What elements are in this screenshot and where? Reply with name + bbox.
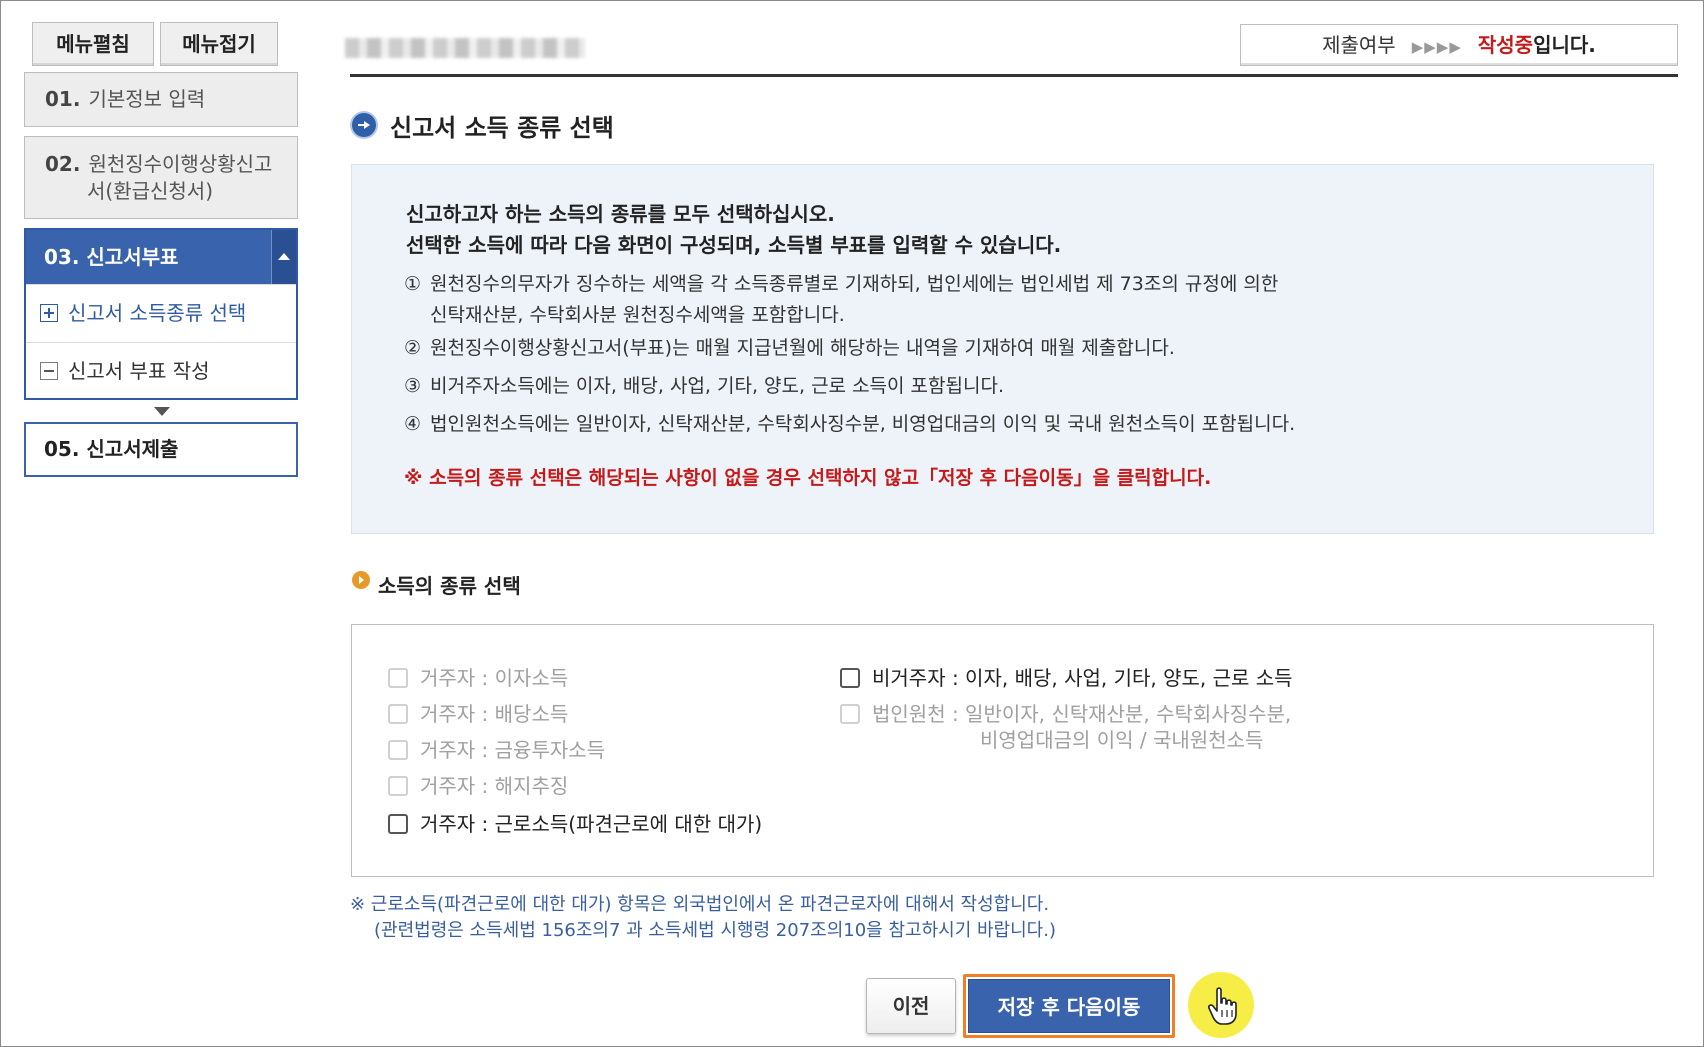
down-triangle-icon [154, 407, 170, 416]
checkbox-square[interactable] [840, 704, 860, 724]
sub-item-label: 신고서 소득종류 선택 [68, 301, 247, 325]
checkbox-label: 거주자 : 배당소득 [420, 702, 569, 726]
item-text-cont: 신탁재산분, 수탁회사분 원천징수세액을 포함합니다. [430, 304, 845, 326]
checkbox-resident-interest[interactable]: 거주자 : 이자소득 [388, 665, 568, 691]
dispatch-labor-note: ※ 근로소득(파견근로에 대한 대가) 항목은 외국법인에서 온 파견근로자에 … [350, 892, 1056, 944]
income-section-title: 소득의 종류 선택 [378, 574, 521, 598]
checkbox-resident-cancellation-recovery[interactable]: 거주자 : 해지추징 [388, 773, 568, 799]
checkbox-label: 거주자 : 해지추징 [420, 774, 569, 798]
header-divider [350, 74, 1678, 77]
item-text: 법인원천소득에는 일반이자, 신탁재산분, 수탁회사징수분, 비영업대금의 이익… [430, 413, 1296, 435]
checkbox-resident-dividend[interactable]: 거주자 : 배당소득 [388, 701, 568, 727]
nav-item-submit[interactable]: 05. 신고서제출 [24, 422, 298, 477]
collapse-chevron-icon[interactable] [271, 230, 296, 284]
page-title: 신고서 소득 종류 선택 [390, 114, 614, 142]
checkbox-resident-financial-investment[interactable]: 거주자 : 금융투자소득 [388, 737, 605, 763]
nav-item-number: 01. [45, 87, 81, 111]
checkbox-label: 거주자 : 금융투자소득 [420, 738, 606, 762]
sub-item-income-type-select[interactable]: 신고서 소득종류 선택 [26, 284, 296, 342]
expand-all-button[interactable]: 메뉴펼침 [32, 22, 154, 66]
plus-box-icon [40, 303, 58, 322]
nav-item-label: 원천징수이행상황신고 [88, 152, 273, 176]
checkbox-square[interactable] [388, 776, 408, 796]
item-text: 원천징수이행상황신고서(부표)는 매월 지급년월에 해당하는 내역을 기재하여 … [430, 337, 1175, 359]
checkbox-square[interactable] [840, 668, 860, 688]
item-text: 원천징수의무자가 징수하는 세액을 각 소득종류별로 기재하되, 법인세에는 법… [430, 273, 1279, 295]
minus-box-icon [40, 361, 58, 380]
collapse-all-button[interactable]: 메뉴접기 [160, 22, 278, 66]
info-item: ② 원천징수이행상황신고서(부표)는 매월 지급년월에 해당하는 내역을 기재하여… [404, 333, 1175, 364]
checkbox-square[interactable] [388, 704, 408, 724]
status-value: 작성중 [1477, 33, 1534, 57]
arrows-icon: ▶▶▶▶ [1411, 38, 1462, 56]
info-item: ③ 비거주자소득에는 이자, 배당, 사업, 기타, 양도, 근로 소득이 포함됩… [404, 371, 1004, 402]
nav-item-number: 02. [45, 152, 81, 176]
orange-arrow-icon [352, 571, 370, 589]
info-item: ① 원천징수의무자가 징수하는 세액을 각 소득종류별로 기재하되, 법인세에는 … [404, 269, 1278, 331]
checkbox-resident-dispatched-labor[interactable]: 거주자 : 근로소득(파견근로에 대한 대가) [388, 811, 762, 837]
status-suffix: 입니다. [1533, 33, 1596, 57]
warning-text: ※ 소득의 종류 선택은 해당되는 사항이 없을 경우 선택하지 않고「저장 후… [404, 467, 1212, 489]
nav-item-number: 05. [44, 437, 80, 461]
info-item: ④ 법인원천소득에는 일반이자, 신탁재산분, 수탁회사징수분, 비영업대금의 이… [404, 409, 1295, 440]
item-marker: ① [404, 273, 422, 295]
checkbox-square[interactable] [388, 668, 408, 688]
blurred-title [345, 38, 585, 58]
hand-cursor-icon [1208, 987, 1237, 1025]
sub-item-attachment-write[interactable]: 신고서 부표 작성 [26, 342, 296, 400]
nav-item-number: 03. [44, 245, 80, 269]
note-line: (관련법령은 소득세법 156조의7 과 소득세법 시행령 207조의10을 참… [374, 920, 1056, 941]
checkbox-label: 거주자 : 근로소득(파견근로에 대한 대가) [420, 812, 763, 836]
info-line: 신고하고자 하는 소득의 종류를 모두 선택하십시오. [406, 202, 835, 226]
submission-status: 제출여부 ▶▶▶▶ 작성중입니다. [1240, 24, 1678, 66]
info-line: 선택한 소득에 따라 다음 화면이 구성되며, 소득별 부표를 입력할 수 있습… [406, 233, 1062, 257]
info-heading: 신고하고자 하는 소득의 종류를 모두 선택하십시오. 선택한 소득에 따라 다… [406, 199, 1061, 261]
item-marker: ④ [404, 413, 422, 435]
previous-button[interactable]: 이전 [866, 978, 956, 1034]
checkbox-label: 거주자 : 이자소득 [420, 666, 569, 690]
item-marker: ② [404, 337, 422, 359]
item-marker: ③ [404, 375, 422, 397]
nav-group-attachments: 03. 신고서부표 신고서 소득종류 선택 신고서 부표 작성 [24, 228, 298, 400]
checkbox-label-line2: 비영업대금의 이익 / 국내원천소득 [980, 728, 1264, 752]
income-type-panel: 거주자 : 이자소득 거주자 : 배당소득 거주자 : 금융투자소득 거주자 :… [351, 624, 1654, 877]
checkbox-label: 법인원천 : 일반이자, 신탁재산분, 수탁회사징수분, [872, 702, 1292, 726]
sub-item-label: 신고서 부표 작성 [68, 359, 210, 383]
status-label: 제출여부 [1322, 33, 1396, 57]
checkbox-label: 비거주자 : 이자, 배당, 사업, 기타, 양도, 근로 소득 [872, 666, 1293, 690]
checkbox-corporate-withholding[interactable]: 법인원천 : 일반이자, 신탁재산분, 수탁회사징수분, 비영업대금의 이익 /… [840, 701, 1291, 753]
info-panel: 신고하고자 하는 소득의 종류를 모두 선택하십시오. 선택한 소득에 따라 다… [351, 164, 1654, 534]
nav-item-withholding-report[interactable]: 02. 원천징수이행상황신고 서(환급신청서) [24, 136, 298, 219]
nav-item-basic-info[interactable]: 01. 기본정보 입력 [24, 72, 298, 127]
nav-item-label: 신고서제출 [86, 437, 179, 461]
nav-item-label-line2: 서(환급신청서) [87, 179, 214, 203]
checkbox-square[interactable] [388, 814, 408, 834]
nav-item-label: 기본정보 입력 [88, 87, 206, 111]
nav-item-attachments[interactable]: 03. 신고서부표 [26, 230, 296, 284]
checkbox-nonresident-income[interactable]: 비거주자 : 이자, 배당, 사업, 기타, 양도, 근로 소득 [840, 665, 1293, 691]
item-text: 비거주자소득에는 이자, 배당, 사업, 기타, 양도, 근로 소득이 포함됩니… [430, 375, 1004, 397]
note-line: ※ 근로소득(파견근로에 대한 대가) 항목은 외국법인에서 온 파견근로자에 … [350, 894, 1050, 915]
save-and-next-button[interactable]: 저장 후 다음이동 [968, 979, 1170, 1033]
checkbox-square[interactable] [388, 740, 408, 760]
arrow-circle-icon [352, 113, 376, 137]
nav-item-label: 신고서부표 [86, 245, 179, 269]
